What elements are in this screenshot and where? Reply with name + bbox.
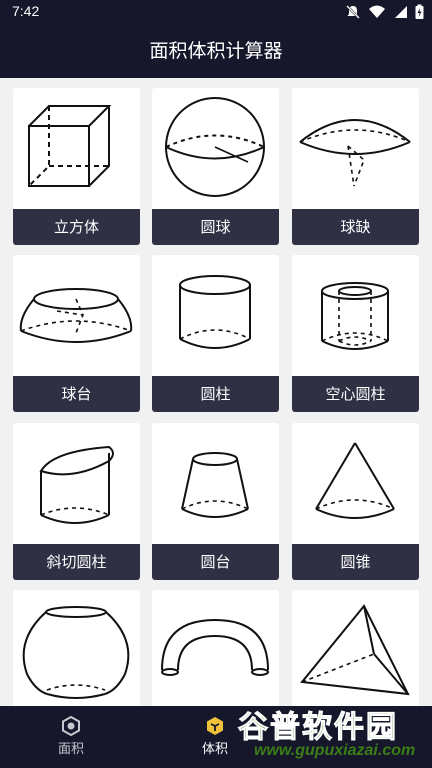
shape-card-cube[interactable]: 立方体	[13, 88, 140, 245]
page-title: 面积体积计算器	[149, 40, 283, 62]
shape-label: 圆台	[152, 544, 279, 580]
watermark: 谷普软件园 www.gupuxiazai.com	[232, 700, 432, 768]
hexagon-icon	[62, 716, 80, 736]
shape-label: 空心圆柱	[292, 376, 419, 412]
nav-item-area[interactable]: 面积	[21, 706, 121, 768]
shape-card-barrel[interactable]	[13, 590, 140, 706]
shape-card-spherical-segment[interactable]: 球台	[13, 255, 140, 412]
cone-icon	[315, 442, 395, 519]
shape-label: 球缺	[292, 209, 419, 245]
status-time: 7:42	[12, 3, 40, 19]
cylinder-icon	[179, 275, 251, 349]
shape-label: 圆柱	[152, 376, 279, 412]
barrel-icon	[22, 606, 130, 699]
mute-icon	[345, 4, 361, 20]
shape-card-cylinder[interactable]: 圆柱	[152, 255, 279, 412]
torus-icon	[161, 618, 269, 676]
shape-card-frustum[interactable]: 圆台	[152, 423, 279, 580]
shape-card-hollow-cylinder[interactable]: 空心圆柱	[292, 255, 419, 412]
shape-card-torus[interactable]	[152, 590, 279, 706]
wifi-icon	[369, 4, 385, 20]
shape-label: 球台	[13, 376, 140, 412]
tetrahedron-icon	[300, 604, 410, 696]
spherical-cap-icon	[299, 119, 411, 187]
battery-charging-icon	[415, 4, 424, 20]
app-bar: 面积体积计算器	[0, 24, 432, 78]
frustum-icon	[181, 452, 249, 518]
cube-icon	[207, 717, 223, 735]
status-icons	[345, 4, 424, 20]
shape-label: 圆锥	[292, 544, 419, 580]
sphere-icon	[165, 97, 265, 197]
shape-card-cone[interactable]: 圆锥	[292, 423, 419, 580]
cube-icon	[28, 105, 112, 187]
shape-card-tetrahedron[interactable]	[292, 590, 419, 706]
hollow-cylinder-icon	[321, 282, 389, 350]
spherical-segment-icon	[19, 288, 133, 343]
status-bar: 7:42	[0, 0, 432, 24]
shape-label: 圆球	[152, 209, 279, 245]
watermark-text: 谷普软件园	[238, 710, 398, 746]
shape-label: 立方体	[13, 209, 140, 245]
shape-card-spherical-cap[interactable]: 球缺	[292, 88, 419, 245]
watermark-url: www.gupuxiazai.com	[254, 742, 416, 759]
nav-label-area: 面积	[57, 742, 84, 757]
signal-icon	[393, 4, 407, 20]
shape-label: 斜切圆柱	[13, 544, 140, 580]
shape-card-sphere[interactable]: 圆球	[152, 88, 279, 245]
shape-grid: 立方体 圆球 球缺 球台 圆柱 空心圆柱 斜切圆柱 圆台 圆锥	[0, 78, 432, 706]
shape-card-oblique-cut-cylinder[interactable]: 斜切圆柱	[13, 423, 140, 580]
oblique-cut-cylinder-icon	[39, 445, 114, 524]
